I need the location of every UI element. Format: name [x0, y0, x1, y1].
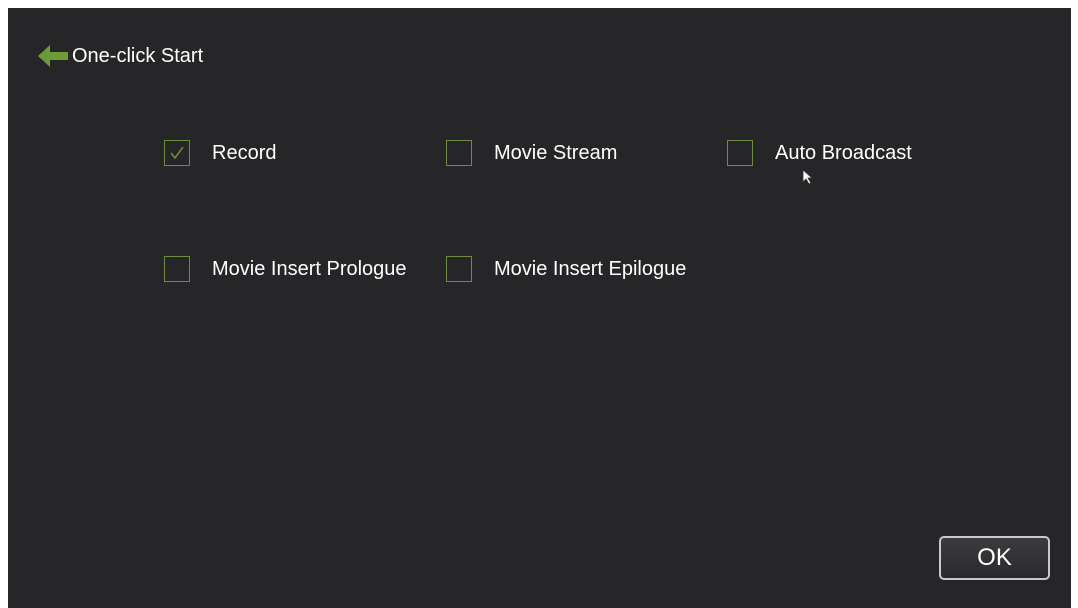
- arrow-left-icon: [36, 42, 70, 70]
- option-label: Record: [212, 141, 277, 164]
- ok-button[interactable]: OK: [939, 536, 1050, 580]
- record-checkbox[interactable]: [164, 140, 190, 166]
- option-movie-insert-prologue[interactable]: Movie Insert Prologue: [164, 256, 407, 282]
- movie-stream-checkbox[interactable]: [446, 140, 472, 166]
- option-movie-stream[interactable]: Movie Stream: [446, 140, 617, 166]
- option-record[interactable]: Record: [164, 140, 276, 166]
- movie-insert-epilogue-checkbox[interactable]: [446, 256, 472, 282]
- auto-broadcast-checkbox[interactable]: [727, 140, 753, 166]
- mouse-cursor-icon: [802, 169, 816, 185]
- back-button[interactable]: One-click Start: [36, 41, 203, 71]
- option-label: Auto Broadcast: [775, 141, 912, 164]
- page-title: One-click Start: [72, 44, 204, 67]
- movie-insert-prologue-checkbox[interactable]: [164, 256, 190, 282]
- option-auto-broadcast[interactable]: Auto Broadcast: [727, 140, 912, 166]
- option-label: Movie Insert Epilogue: [494, 257, 687, 280]
- option-movie-insert-epilogue[interactable]: Movie Insert Epilogue: [446, 256, 686, 282]
- option-label: Movie Insert Prologue: [212, 257, 407, 280]
- option-label: Movie Stream: [494, 141, 618, 164]
- one-click-start-panel: One-click Start Record Movie Stream Auto…: [8, 8, 1071, 608]
- checkmark-icon: [170, 146, 184, 160]
